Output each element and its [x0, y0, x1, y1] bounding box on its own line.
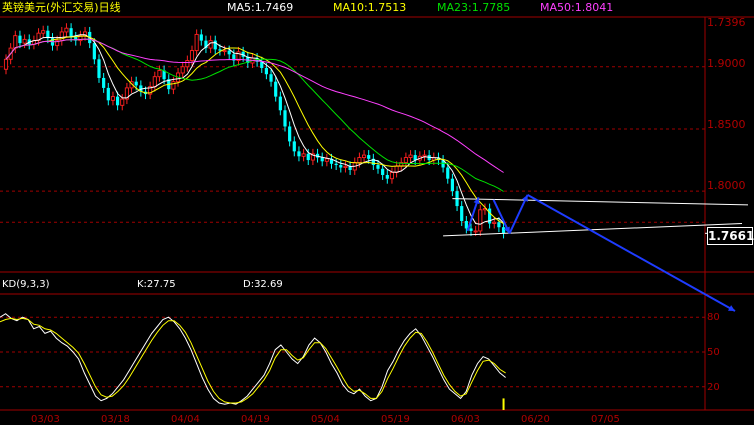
candle-up	[41, 30, 46, 34]
candle-down	[376, 165, 380, 169]
candle-down	[469, 228, 473, 231]
candle-down	[18, 35, 22, 44]
chart-plot	[0, 16, 754, 411]
candle-down	[381, 168, 385, 175]
candle-down	[102, 77, 106, 88]
candle-up	[152, 76, 157, 88]
candle-up	[13, 35, 18, 49]
candle-down	[460, 206, 464, 221]
candle-down	[385, 174, 389, 179]
candle-down	[199, 34, 203, 41]
candle-down	[450, 178, 454, 192]
candle-down	[213, 40, 217, 50]
candle-down	[278, 96, 282, 111]
candle-up	[301, 153, 306, 157]
candle-down	[106, 87, 110, 101]
candle-down	[464, 221, 468, 229]
candle-down	[367, 155, 371, 159]
candle-down	[297, 151, 301, 157]
candle-up	[64, 27, 69, 33]
candle-up	[389, 172, 395, 180]
ma-line-ma10	[5, 35, 504, 225]
candle-up	[110, 96, 115, 101]
candle-up	[362, 154, 367, 159]
candle-down	[269, 74, 273, 82]
candle-up	[222, 50, 227, 53]
chart-window: 英镑美元(外汇交易)日线 MA5:1.7469 MA10:1.7513 MA23…	[0, 0, 754, 425]
candle-up	[189, 50, 195, 61]
ma-line-ma23	[5, 38, 504, 192]
candle-up	[422, 154, 427, 157]
candle-down	[446, 167, 450, 179]
candle-up	[22, 38, 27, 44]
candle-up	[180, 66, 185, 74]
candle-down	[97, 59, 101, 78]
candle-up	[478, 209, 483, 232]
candle-down	[339, 165, 343, 168]
trendline-lower	[443, 222, 743, 237]
candle-down	[306, 153, 310, 161]
candle-up	[473, 230, 478, 233]
candle-up	[357, 157, 362, 163]
candle-up	[157, 70, 162, 78]
candle-down	[292, 141, 296, 152]
candle-down	[501, 227, 506, 234]
candle-down	[288, 126, 292, 142]
candle-up	[492, 221, 497, 224]
candle-down	[92, 43, 96, 60]
candle-up	[343, 165, 348, 168]
kd-line-d	[0, 317, 506, 404]
forecast-arrow-up	[508, 194, 529, 234]
candle-up	[185, 60, 190, 68]
candle-down	[116, 96, 120, 106]
kd-line-k	[0, 313, 506, 405]
trendline-upper	[452, 198, 749, 206]
candle-up	[171, 81, 176, 90]
candle-up	[120, 98, 125, 106]
candle-down	[134, 81, 138, 86]
candle-up	[194, 33, 199, 52]
candle-up	[3, 58, 9, 70]
candle-up	[403, 157, 408, 163]
candle-down	[497, 222, 501, 228]
candle-up	[408, 154, 413, 159]
candle-down	[69, 28, 73, 37]
candle-up	[324, 158, 329, 162]
candle-down	[264, 68, 268, 75]
candle-down	[227, 50, 231, 55]
candle-down	[274, 81, 278, 97]
candle-down	[283, 110, 287, 127]
candle-down	[320, 157, 324, 162]
candle-down	[334, 163, 338, 166]
